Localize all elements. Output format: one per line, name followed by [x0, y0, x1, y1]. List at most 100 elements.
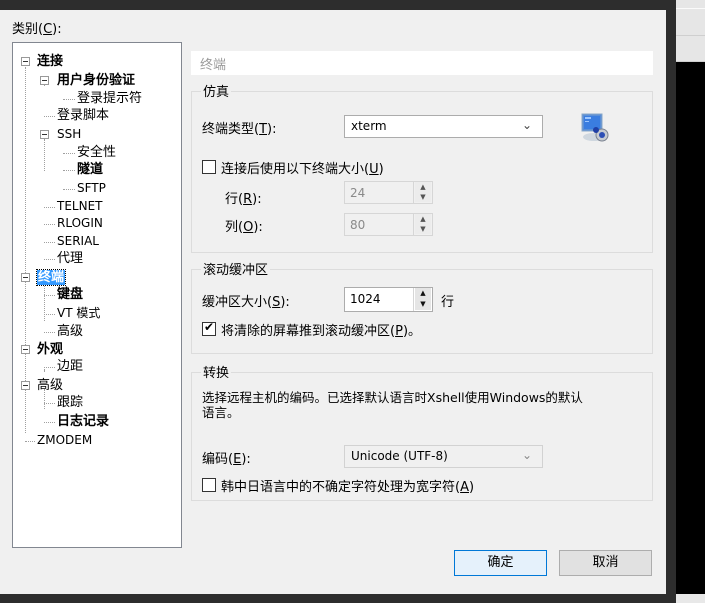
tree-collapse-icon[interactable] [21, 57, 30, 66]
tree-guide-line [44, 116, 55, 117]
tree-guide-line [44, 281, 45, 321]
spin-up-icon[interactable]: ▲ [415, 214, 431, 224]
emulation-group-title: 仿真 [201, 81, 232, 100]
tree-item[interactable]: ZMODEM [37, 432, 92, 449]
push-to-scrollback-checkbox[interactable] [202, 320, 216, 336]
tree-item-label: RLOGIN [57, 216, 103, 230]
tree-item[interactable]: 用户身份验证 [57, 72, 135, 89]
tree-item-label: 键盘 [57, 287, 84, 302]
ok-button[interactable]: 确定 [454, 550, 547, 576]
panel-title: 终端 [191, 51, 653, 75]
encoding-label: 编码(E): [202, 452, 251, 467]
window-border-bottom [0, 594, 676, 603]
chevron-down-icon: ⌄ [522, 118, 533, 132]
session-properties-dialog: 类别(C): 连接 用户身份验证 登录提示符 登录脚本 SSH 安全性 隧道 SFTP TELN… [0, 10, 666, 594]
spin-down-icon[interactable]: ▼ [415, 192, 431, 202]
tree-item[interactable]: 安全性 [77, 144, 116, 161]
tree-item[interactable]: 终端 [35, 269, 67, 286]
tree-guide-line [25, 67, 26, 433]
cjk-wide-char-checkbox[interactable] [202, 478, 216, 492]
tree-item[interactable]: SERIAL [57, 233, 99, 250]
terminal-type-select[interactable]: xterm ⌄ [344, 115, 543, 138]
cols-label: 列(O): [225, 220, 263, 235]
window-border [666, 0, 676, 603]
tree-guide-line [44, 242, 55, 243]
tree-item-label: ZMODEM [37, 433, 93, 447]
tree-item-label: VT 模式 [57, 306, 101, 320]
tree-guide-line [25, 441, 35, 442]
title-bar [0, 0, 705, 10]
background-window [676, 0, 705, 62]
tree-item[interactable]: 登录脚本 [57, 107, 109, 124]
chevron-down-icon: ⌄ [522, 448, 533, 462]
tree-item-label: 跟踪 [57, 395, 84, 410]
tree-item[interactable]: SFTP [77, 180, 106, 197]
tree-item-label: 安全性 [77, 145, 117, 160]
tree-guide-line [44, 224, 55, 225]
cols-spinner[interactable]: 80 ▲ ▼ [344, 213, 433, 236]
tree-item-label: 登录脚本 [57, 108, 110, 123]
terminal-settings-icon [581, 113, 609, 142]
tree-collapse-icon[interactable] [40, 76, 49, 85]
cjk-wide-char-label[interactable]: 韩中日语言中的不确定字符处理为宽字符(A) [221, 476, 474, 495]
tree-item[interactable]: SSH [57, 126, 81, 143]
spin-down-icon[interactable]: ▼ [415, 299, 431, 310]
tree-item[interactable]: 跟踪 [57, 394, 83, 411]
tree-item-label: 隧道 [77, 162, 104, 177]
tree-item-label: SSH [57, 127, 82, 141]
tree-collapse-icon[interactable] [21, 273, 30, 282]
encoding-description: 选择远程主机的编码。已选择默认语言时Xshell使用Windows的默认 语言。 [202, 390, 583, 420]
tree-guide-line [44, 295, 55, 296]
tree-guide-line [44, 332, 55, 333]
tree-item-label: 连接 [37, 54, 64, 69]
tree-item-label: 外观 [37, 342, 64, 357]
tree-item-label: 登录提示符 [77, 91, 143, 106]
tree-item-label: 用户身份验证 [57, 73, 136, 88]
tree-item[interactable]: 登录提示符 [77, 90, 142, 107]
use-terminal-size-label[interactable]: 连接后使用以下终端大小(U) [221, 158, 384, 177]
tree-item-label: 日志记录 [57, 414, 110, 429]
tree-item[interactable]: VT 模式 [57, 305, 100, 322]
use-terminal-size-checkbox[interactable] [202, 160, 216, 174]
tree-item[interactable]: 日志记录 [57, 413, 109, 430]
tree-item-label: SERIAL [57, 234, 99, 248]
tree-item-label: 终端 [35, 269, 67, 286]
push-to-scrollback-label[interactable]: 将清除的屏幕推到滚动缓冲区(P)。 [221, 320, 421, 339]
spin-down-icon[interactable]: ▼ [415, 224, 431, 234]
tree-collapse-icon[interactable] [21, 345, 30, 354]
rows-spinner[interactable]: 24 ▲ ▼ [344, 181, 433, 204]
category-tree[interactable]: 连接用户身份验证登录提示符登录脚本 SSH 安全性隧道 SFTP TELNET RLOGI… [12, 42, 182, 548]
cols-value: 80 [350, 218, 366, 232]
tree-collapse-icon[interactable] [40, 130, 49, 139]
tree-item[interactable]: TELNET [57, 198, 103, 215]
tree-guide-line [63, 189, 75, 190]
tree-item[interactable]: 高级 [57, 323, 83, 340]
tree-item[interactable]: RLOGIN [57, 215, 103, 232]
tree-item[interactable]: 边距 [57, 358, 83, 375]
terminal-type-label: 终端类型(T): [202, 122, 277, 137]
tree-guide-line [63, 99, 75, 100]
tree-collapse-icon[interactable] [21, 381, 30, 390]
buffer-size-spinner[interactable]: 1024 ▲ ▼ [344, 287, 433, 312]
cancel-button[interactable]: 取消 [559, 550, 652, 576]
tree-item[interactable]: 高级 [37, 377, 63, 394]
tree-guide-line [44, 369, 45, 371]
encoding-value: Unicode (UTF-8) [351, 449, 448, 463]
rows-label: 行(R): [225, 192, 262, 207]
tree-item-label: TELNET [57, 199, 103, 213]
tree-guide-line [63, 153, 75, 154]
tree-item[interactable]: 连接 [37, 53, 63, 70]
tree-item[interactable]: 外观 [37, 341, 63, 358]
tree-item[interactable]: 键盘 [57, 286, 83, 303]
tree-guide-line [44, 207, 55, 208]
encoding-select[interactable]: Unicode (UTF-8) ⌄ [344, 445, 543, 468]
tree-guide-line [44, 367, 55, 368]
tree-guide-line [63, 170, 75, 171]
tree-item[interactable]: 代理 [57, 250, 83, 267]
tree-item[interactable]: 隧道 [77, 161, 103, 178]
terminal-type-value: xterm [351, 119, 387, 133]
spin-up-icon[interactable]: ▲ [415, 288, 431, 299]
tree-item-label: 高级 [57, 324, 84, 339]
tree-item-label: SFTP [77, 181, 106, 195]
spin-up-icon[interactable]: ▲ [415, 182, 431, 192]
